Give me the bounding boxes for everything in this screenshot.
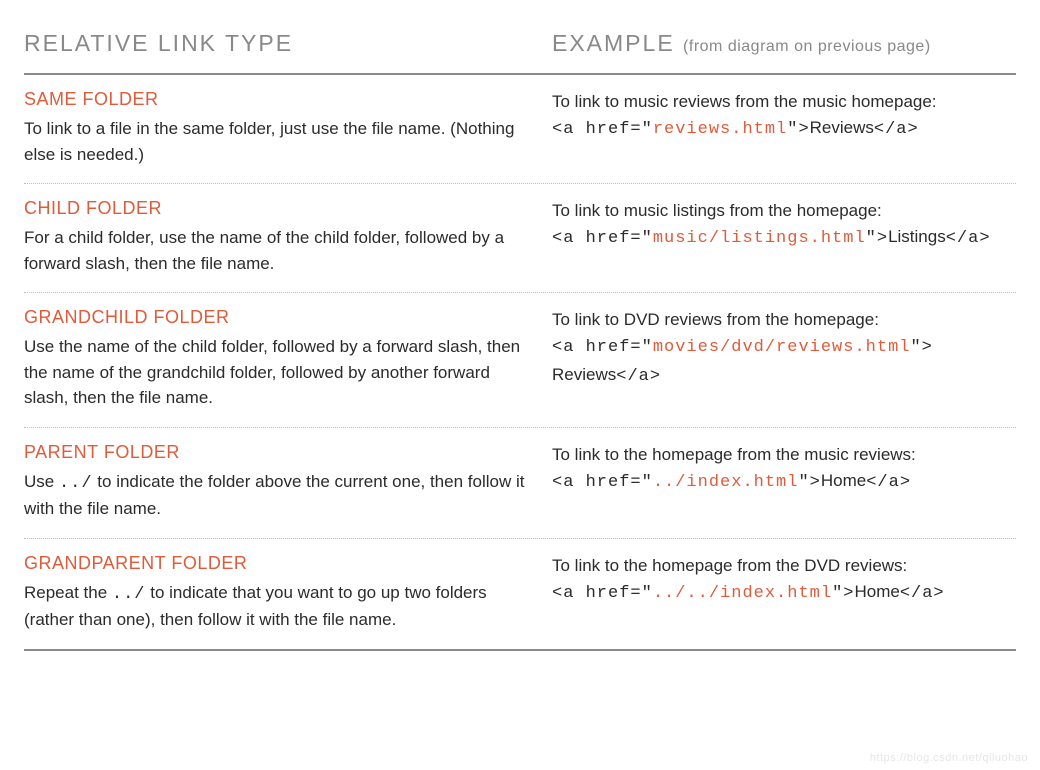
section-desc: To link to a file in the same folder, ju… (24, 116, 532, 167)
desc-post: to indicate the folder above the current… (24, 472, 524, 519)
code-mid: "> (832, 584, 854, 603)
code-prefix: <a href=" (552, 229, 653, 248)
example-intro: To link to music listings from the homep… (552, 198, 1016, 224)
code-suffix: </a> (946, 229, 991, 248)
section-left: GRANDPARENT FOLDER Repeat the ../ to ind… (24, 553, 552, 633)
example-code-line: <a href="../index.html">Home</a> (552, 468, 1016, 496)
example-code-line: <a href="movies/dvd/reviews.html"> Review… (552, 333, 1016, 390)
section-left: GRANDCHILD FOLDER Use the name of the ch… (24, 307, 552, 411)
section-title: SAME FOLDER (24, 89, 532, 110)
example-code-line: <a href="music/listings.html">Listings</… (552, 224, 1016, 252)
header-right: EXAMPLE (from diagram on previous page) (552, 30, 1016, 57)
code-mid: "> (798, 473, 820, 492)
code-prefix: <a href=" (552, 120, 653, 139)
link-text: Home (821, 471, 866, 490)
code-mid: "> (866, 229, 888, 248)
section-row: SAME FOLDER To link to a file in the sam… (24, 75, 1016, 184)
code-prefix: <a href=" (552, 584, 653, 603)
section-desc: For a child folder, use the name of the … (24, 225, 532, 276)
section-row: PARENT FOLDER Use ../ to indicate the fo… (24, 428, 1016, 539)
link-text: Listings (888, 227, 946, 246)
example-code-line: <a href="reviews.html">Reviews</a> (552, 115, 1016, 143)
header-left-label: RELATIVE LINK TYPE (24, 30, 293, 56)
section-row: GRANDPARENT FOLDER Repeat the ../ to ind… (24, 539, 1016, 651)
example-intro: To link to music reviews from the music … (552, 89, 1016, 115)
watermark: https://blog.csdn.net/qiluohao (870, 752, 1028, 764)
code-href: ../index.html (653, 473, 799, 492)
code-href: reviews.html (653, 120, 787, 139)
section-example: To link to the homepage from the music r… (552, 442, 1016, 522)
section-title: CHILD FOLDER (24, 198, 532, 219)
section-title: PARENT FOLDER (24, 442, 532, 463)
section-example: To link to the homepage from the DVD rev… (552, 553, 1016, 633)
section-row: GRANDCHILD FOLDER Use the name of the ch… (24, 293, 1016, 428)
section-title: GRANDPARENT FOLDER (24, 553, 532, 574)
section-example: To link to music listings from the homep… (552, 198, 1016, 276)
desc-pre: Use (24, 472, 59, 491)
code-suffix: </a> (874, 120, 919, 139)
section-desc: Repeat the ../ to indicate that you want… (24, 580, 532, 633)
code-href: movies/dvd/reviews.html (653, 338, 911, 357)
code-prefix: <a href=" (552, 338, 653, 357)
link-text: Reviews (552, 365, 616, 384)
desc-pre: Repeat the (24, 583, 112, 602)
example-code-line: <a href="../../index.html">Home</a> (552, 579, 1016, 607)
section-left: SAME FOLDER To link to a file in the sam… (24, 89, 552, 167)
code-mid: "> (787, 120, 809, 139)
code-suffix: </a> (900, 584, 945, 603)
link-text: Home (854, 582, 899, 601)
desc-code: ../ (59, 474, 93, 493)
header-row: RELATIVE LINK TYPE EXAMPLE (from diagram… (24, 30, 1016, 75)
section-row: CHILD FOLDER For a child folder, use the… (24, 184, 1016, 293)
example-intro: To link to DVD reviews from the homepage… (552, 307, 1016, 333)
section-desc: Use the name of the child folder, follow… (24, 334, 532, 411)
header-right-label: EXAMPLE (552, 30, 675, 56)
link-text: Reviews (810, 118, 874, 137)
code-suffix: </a> (616, 367, 661, 386)
code-href: ../../index.html (653, 584, 832, 603)
section-left: CHILD FOLDER For a child folder, use the… (24, 198, 552, 276)
section-example: To link to music reviews from the music … (552, 89, 1016, 167)
section-left: PARENT FOLDER Use ../ to indicate the fo… (24, 442, 552, 522)
example-intro: To link to the homepage from the music r… (552, 442, 1016, 468)
section-example: To link to DVD reviews from the homepage… (552, 307, 1016, 411)
code-suffix: </a> (866, 473, 911, 492)
example-intro: To link to the homepage from the DVD rev… (552, 553, 1016, 579)
code-href: music/listings.html (653, 229, 866, 248)
section-desc: Use ../ to indicate the folder above the… (24, 469, 532, 522)
code-mid: "> (910, 338, 932, 357)
desc-code: ../ (112, 585, 146, 604)
header-left: RELATIVE LINK TYPE (24, 30, 552, 57)
header-note: (from diagram on previous page) (683, 38, 931, 55)
section-title: GRANDCHILD FOLDER (24, 307, 532, 328)
code-prefix: <a href=" (552, 473, 653, 492)
